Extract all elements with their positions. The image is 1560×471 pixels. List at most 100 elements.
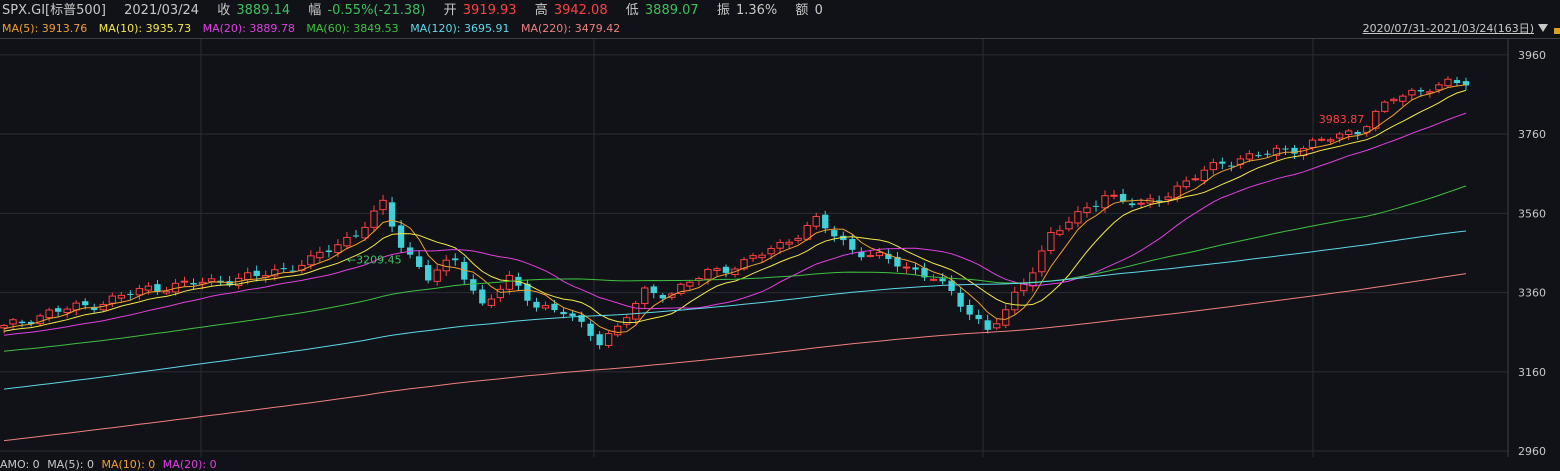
change-label: 幅 — [308, 3, 322, 18]
candle-body-down — [560, 311, 567, 315]
open-label: 开 — [443, 3, 457, 18]
high-value: 3942.08 — [553, 3, 608, 18]
ma-legend-item[interactable]: MA(120): 3695.91 — [410, 22, 509, 35]
candle-body-up — [1345, 130, 1353, 135]
candle-body-down — [1354, 132, 1361, 135]
candle-body-up — [63, 308, 71, 314]
ma-line-10 — [3, 89, 1467, 332]
ma-legend-item[interactable]: MA(60): 3849.53 — [306, 22, 398, 35]
candle-body-down — [397, 225, 405, 248]
candle-body-up — [1200, 169, 1208, 182]
candle-body-up — [632, 302, 640, 320]
candle-body-up — [370, 210, 378, 228]
symbol-label[interactable]: SPX.GI[标普500] — [2, 3, 106, 18]
candle-body-down — [939, 278, 946, 282]
candle-body-up — [180, 280, 189, 283]
candle-body-up — [785, 241, 793, 245]
candle-body-up — [72, 302, 80, 311]
ma-legend-item[interactable]: MA(5): 3913.76 — [2, 22, 87, 35]
y-tick-label: 3560 — [1518, 207, 1546, 220]
candle-body-up — [1435, 84, 1443, 91]
high-label: 高 — [534, 3, 548, 18]
candle-body-down — [849, 238, 856, 250]
amo-legend: AMO: 0 MA(5): 0 MA(10): 0 MA(20): 0 — [0, 459, 221, 471]
candle-body-up — [929, 278, 938, 281]
candle-body-up — [505, 274, 514, 290]
amount-value: 0 — [814, 3, 823, 18]
amount-label: 额 — [795, 3, 809, 18]
candle-body-up — [433, 269, 441, 282]
candle-body-up — [1056, 230, 1064, 235]
candle-body-up — [1110, 194, 1118, 197]
amo-legend-item: MA(10): 0 — [101, 458, 156, 471]
candle-body-up — [343, 236, 351, 247]
candle-body-up — [1065, 221, 1073, 230]
candle-body-down — [1453, 80, 1461, 83]
candle-body-up — [1101, 195, 1109, 209]
y-tick-label: 3360 — [1518, 287, 1546, 300]
settings-square-icon[interactable] — [1554, 28, 1560, 34]
ma-legend-item[interactable]: MA(220): 3479.42 — [521, 22, 620, 35]
ma-line-220 — [3, 273, 1467, 442]
candle-body-down — [1291, 147, 1298, 154]
date-range-label[interactable]: 2020/07/31-2021/03/24(163日) — [1363, 22, 1534, 36]
close-label: 收 — [217, 3, 231, 18]
candle-body-up — [794, 237, 802, 241]
candle-body-down — [524, 283, 531, 301]
candle-body-up — [0, 324, 8, 329]
candle-body-up — [623, 317, 631, 325]
ma-line-20 — [3, 112, 1467, 336]
candle-body-up — [334, 244, 342, 254]
candle-body-down — [551, 303, 558, 311]
candle-body-up — [1182, 180, 1190, 188]
y-tick-label: 3760 — [1518, 128, 1546, 141]
candle-body-up — [316, 251, 324, 259]
candle-body-down — [569, 313, 576, 316]
candle-body-down — [253, 270, 260, 276]
candlestick-chart[interactable]: 2960 3160 3360 3560 3760 3960 3983.87 ←3209.45 — [0, 39, 1560, 457]
candle-body-down — [1228, 165, 1235, 167]
candle-body-down — [470, 279, 477, 291]
candle-body-up — [1011, 291, 1019, 311]
candle-body-up — [812, 216, 820, 227]
candle-body-up — [1399, 95, 1407, 102]
candle-body-down — [984, 320, 991, 330]
candle-body-up — [541, 305, 550, 309]
y-tick-label: 3960 — [1518, 49, 1546, 62]
candle-body-up — [1381, 101, 1389, 112]
candle-body-up — [1047, 232, 1055, 251]
candle-body-up — [1164, 196, 1172, 200]
candle-body-down — [452, 258, 459, 261]
candle-body-up — [866, 254, 875, 257]
candle-body-down — [957, 292, 964, 307]
ma-line-5 — [3, 84, 1467, 334]
ma-legend-item[interactable]: MA(10): 3935.73 — [99, 22, 191, 35]
candle-body-down — [1264, 153, 1271, 155]
candle-body-down — [190, 283, 197, 285]
candle-body-down — [533, 301, 540, 308]
candle-body-up — [45, 309, 53, 319]
ma-legend-item[interactable]: MA(20): 3889.78 — [203, 22, 295, 35]
candle-body-up — [776, 241, 784, 249]
candle-body-up — [1137, 202, 1145, 205]
candle-body-up — [1390, 98, 1398, 102]
candle-body-up — [758, 254, 766, 259]
candle-body-up — [1038, 250, 1046, 273]
candle-body-down — [659, 295, 666, 299]
quote-date: 2021/03/24 — [124, 3, 200, 18]
dropdown-triangle-icon[interactable] — [1538, 24, 1548, 32]
candle-body-down — [425, 265, 432, 281]
candle-body-up — [803, 225, 811, 240]
candle-body-down — [1255, 155, 1262, 157]
low-value: 3889.07 — [644, 3, 699, 18]
candle-body-down — [831, 230, 838, 237]
candle-body-down — [1417, 90, 1425, 92]
candle-body-down — [722, 266, 730, 273]
candle-body-down — [54, 308, 62, 312]
candle-body-down — [82, 301, 89, 306]
candle-body-up — [1209, 162, 1217, 171]
candle-body-down — [975, 315, 982, 320]
candle-body-up — [1326, 139, 1335, 142]
amo-legend-item: AMO: 0 — [0, 458, 40, 471]
candle-body-down — [127, 293, 134, 295]
